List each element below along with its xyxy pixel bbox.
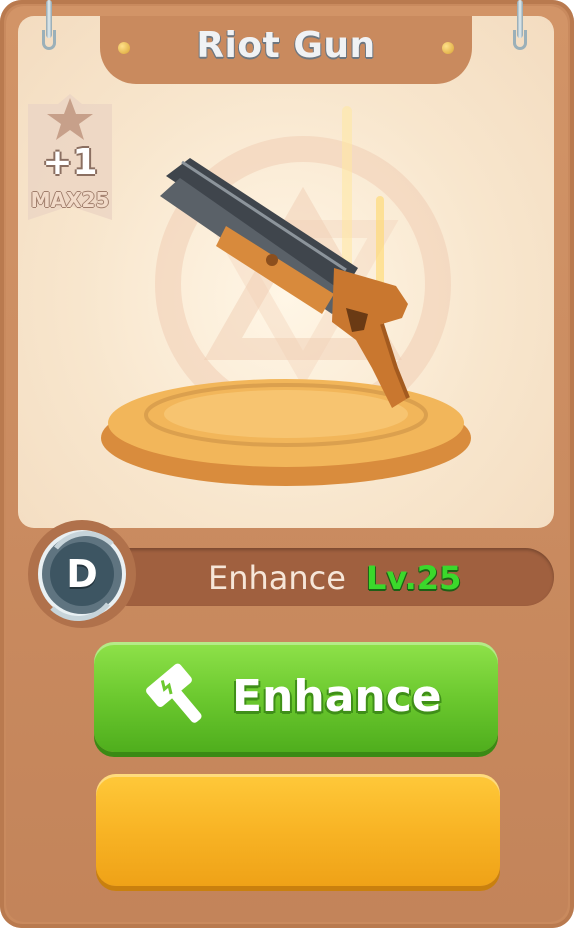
riot-gun-image (101, 158, 471, 486)
grade-letter: D (66, 552, 98, 596)
hanger-pin-right (513, 0, 527, 54)
enhance-level: Lv.25 (366, 559, 462, 597)
hanger-pin-left (42, 0, 56, 54)
secondary-button[interactable] (96, 774, 500, 886)
item-card: Riot Gun +1 MAX25 Enhance Lv.25 D Enhanc… (0, 0, 574, 928)
enhance-button-label: Enhance (232, 671, 442, 722)
item-title: Riot Gun (196, 25, 376, 66)
enhance-button[interactable]: Enhance (94, 642, 498, 752)
enhance-label: Enhance (208, 559, 346, 597)
hammer-icon (146, 663, 202, 723)
